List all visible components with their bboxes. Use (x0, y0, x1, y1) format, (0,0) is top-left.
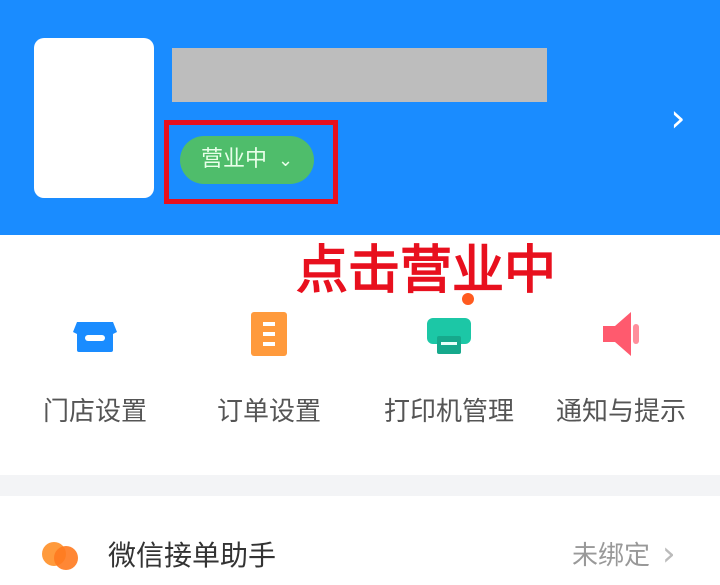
tool-store-settings[interactable]: 门店设置 (10, 300, 180, 450)
tool-label: 门店设置 (42, 397, 147, 427)
store-name-redacted (172, 48, 547, 102)
chevron-down-icon: ⌄ (277, 150, 294, 171)
tool-label: 订单设置 (216, 397, 321, 427)
store-avatar[interactable] (34, 38, 154, 198)
tool-printer-management[interactable]: 打印机管理 (364, 300, 534, 450)
tool-label: 打印机管理 (383, 397, 514, 427)
chevron-right-icon: › (662, 534, 676, 574)
store-icon (73, 322, 117, 352)
store-detail-chevron-icon[interactable]: › (664, 98, 692, 138)
wechat-assistant-row[interactable]: 微信接单助手 未绑定 › (0, 496, 720, 585)
business-status-button[interactable]: 营业中 ⌄ (180, 136, 314, 184)
tool-label: 通知与提示 (555, 397, 686, 427)
business-status-label: 营业中 (200, 147, 267, 172)
wechat-assistant-icon (42, 542, 78, 570)
wechat-assistant-label: 微信接单助手 (108, 539, 277, 572)
tool-notifications[interactable]: 通知与提示 (536, 300, 706, 450)
store-header: › (0, 0, 720, 235)
order-icon (251, 312, 287, 356)
annotation-text: 点击营业中 (296, 241, 557, 301)
speaker-icon (603, 312, 639, 356)
tool-order-settings[interactable]: 订单设置 (184, 300, 354, 450)
bind-status: 未绑定 (572, 541, 651, 571)
printer-icon (427, 318, 471, 354)
